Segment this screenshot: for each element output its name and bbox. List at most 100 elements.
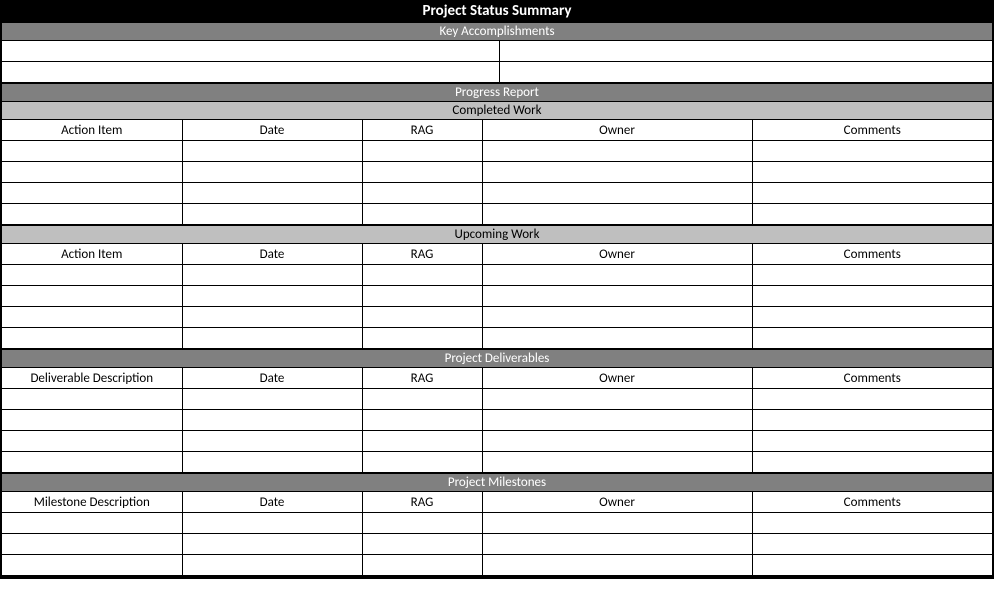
col-comments: Comments (752, 120, 992, 141)
cell[interactable] (362, 183, 482, 204)
table-row (2, 62, 992, 83)
cell[interactable] (482, 204, 752, 225)
cell[interactable] (2, 183, 182, 204)
cell[interactable] (2, 265, 182, 286)
cell[interactable] (499, 41, 992, 62)
cell[interactable] (2, 555, 182, 576)
cell[interactable] (482, 534, 752, 555)
col-date: Date (182, 244, 362, 265)
col-action-item: Action Item (2, 120, 182, 141)
cell[interactable] (752, 204, 992, 225)
upcoming-work-header: Upcoming Work (2, 225, 992, 243)
cell[interactable] (752, 328, 992, 349)
cell[interactable] (482, 307, 752, 328)
cell[interactable] (362, 431, 482, 452)
cell[interactable] (362, 534, 482, 555)
cell[interactable] (752, 410, 992, 431)
cell[interactable] (182, 265, 362, 286)
table-header-row: Action Item Date RAG Owner Comments (2, 120, 992, 141)
cell[interactable] (182, 183, 362, 204)
cell[interactable] (362, 328, 482, 349)
cell[interactable] (182, 389, 362, 410)
cell[interactable] (752, 452, 992, 473)
cell[interactable] (482, 286, 752, 307)
cell[interactable] (2, 410, 182, 431)
cell[interactable] (362, 286, 482, 307)
cell[interactable] (752, 183, 992, 204)
cell[interactable] (362, 307, 482, 328)
cell[interactable] (2, 431, 182, 452)
progress-report-header: Progress Report (2, 83, 992, 101)
table-row (2, 328, 992, 349)
table-row (2, 286, 992, 307)
cell[interactable] (499, 62, 992, 83)
cell[interactable] (2, 307, 182, 328)
cell[interactable] (752, 513, 992, 534)
cell[interactable] (752, 141, 992, 162)
cell[interactable] (182, 141, 362, 162)
table-row (2, 204, 992, 225)
cell[interactable] (182, 534, 362, 555)
cell[interactable] (362, 141, 482, 162)
cell[interactable] (482, 141, 752, 162)
cell[interactable] (362, 410, 482, 431)
cell[interactable] (362, 265, 482, 286)
cell[interactable] (752, 555, 992, 576)
cell[interactable] (752, 265, 992, 286)
table-row (2, 513, 992, 534)
cell[interactable] (362, 513, 482, 534)
table-row (2, 410, 992, 431)
cell[interactable] (2, 534, 182, 555)
cell[interactable] (482, 513, 752, 534)
col-date: Date (182, 120, 362, 141)
cell[interactable] (2, 452, 182, 473)
col-comments: Comments (752, 492, 992, 513)
cell[interactable] (182, 410, 362, 431)
cell[interactable] (752, 162, 992, 183)
cell[interactable] (2, 328, 182, 349)
cell[interactable] (482, 183, 752, 204)
cell[interactable] (182, 452, 362, 473)
cell[interactable] (482, 162, 752, 183)
cell[interactable] (182, 513, 362, 534)
table-row (2, 183, 992, 204)
cell[interactable] (182, 162, 362, 183)
cell[interactable] (2, 204, 182, 225)
cell[interactable] (2, 389, 182, 410)
cell[interactable] (2, 162, 182, 183)
cell[interactable] (362, 162, 482, 183)
cell[interactable] (362, 204, 482, 225)
table-row (2, 141, 992, 162)
cell[interactable] (752, 389, 992, 410)
cell[interactable] (482, 431, 752, 452)
col-comments: Comments (752, 244, 992, 265)
cell[interactable] (482, 389, 752, 410)
cell[interactable] (482, 555, 752, 576)
table-row (2, 452, 992, 473)
cell[interactable] (362, 452, 482, 473)
table-row (2, 534, 992, 555)
cell[interactable] (182, 286, 362, 307)
cell[interactable] (182, 555, 362, 576)
cell[interactable] (182, 307, 362, 328)
cell[interactable] (362, 389, 482, 410)
cell[interactable] (182, 328, 362, 349)
cell[interactable] (2, 62, 499, 83)
col-description: Deliverable Description (2, 368, 182, 389)
cell[interactable] (2, 513, 182, 534)
cell[interactable] (752, 307, 992, 328)
cell[interactable] (482, 452, 752, 473)
col-owner: Owner (482, 120, 752, 141)
cell[interactable] (182, 204, 362, 225)
cell[interactable] (2, 41, 499, 62)
cell[interactable] (482, 328, 752, 349)
cell[interactable] (752, 286, 992, 307)
cell[interactable] (752, 431, 992, 452)
cell[interactable] (362, 555, 482, 576)
cell[interactable] (2, 141, 182, 162)
cell[interactable] (752, 534, 992, 555)
cell[interactable] (482, 265, 752, 286)
cell[interactable] (182, 431, 362, 452)
cell[interactable] (482, 410, 752, 431)
cell[interactable] (2, 286, 182, 307)
